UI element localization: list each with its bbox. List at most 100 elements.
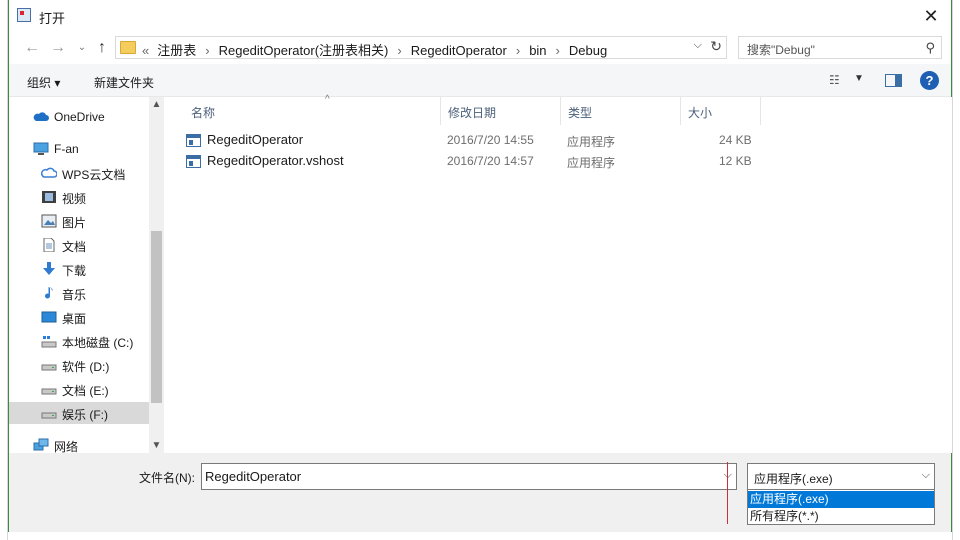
file-name: RegeditOperator bbox=[207, 132, 304, 147]
breadcrumb-separator[interactable]: › bbox=[516, 43, 520, 58]
nav-item-drive-f[interactable]: 娱乐 (F:) bbox=[9, 402, 149, 424]
column-header-date[interactable]: 修改日期 bbox=[441, 97, 561, 125]
nav-item-label: 娱乐 (F:) bbox=[62, 408, 108, 422]
file-name: RegeditOperator.vshost bbox=[207, 153, 344, 168]
filename-bar: 文件名(N): RegeditOperator ⌵ 应用程序(.exe) ⌵ 应… bbox=[9, 453, 951, 532]
drive-c-icon bbox=[41, 336, 57, 348]
nav-item-computer[interactable]: F-an bbox=[9, 138, 149, 160]
overflow-chevron-icon[interactable]: « bbox=[142, 43, 149, 58]
drive-icon bbox=[41, 364, 57, 371]
filename-label: 文件名(N): bbox=[139, 471, 195, 485]
nav-item-pictures[interactable]: 图片 bbox=[9, 210, 149, 232]
column-header-label: 大小 bbox=[688, 106, 713, 120]
cloud-icon bbox=[33, 112, 49, 121]
nav-item-label: 文档 (E:) bbox=[62, 384, 109, 398]
address-bar[interactable]: « 注册表 › RegeditOperator(注册表相关) › RegeditOpera… bbox=[115, 36, 727, 59]
scroll-up-icon[interactable]: ▲ bbox=[149, 99, 164, 110]
nav-item-downloads[interactable]: 下载 bbox=[9, 258, 149, 280]
music-icon bbox=[45, 287, 53, 299]
file-date: 2016/7/20 14:55 bbox=[447, 133, 534, 147]
sort-ascending-icon: ^ bbox=[325, 94, 330, 105]
column-header-type[interactable]: 类型 bbox=[561, 97, 681, 125]
nav-item-music[interactable]: 音乐 bbox=[9, 282, 149, 304]
search-icon[interactable]: ⚲ bbox=[925, 40, 935, 56]
file-date: 2016/7/20 14:57 bbox=[447, 154, 534, 168]
navigation-pane: OneDrive F-an WPS云文档 视频 图片 文档 下载 音乐 桌面 本… bbox=[9, 97, 164, 454]
nav-item-desktop[interactable]: 桌面 bbox=[9, 306, 149, 328]
search-input[interactable]: 搜索"Debug" ⚲ bbox=[738, 36, 942, 59]
application-icon bbox=[186, 134, 201, 147]
breadcrumb-item[interactable]: RegeditOperator(注册表相关) bbox=[219, 40, 389, 59]
scroll-down-icon[interactable]: ▼ bbox=[149, 440, 164, 451]
file-size: 24 KB bbox=[719, 133, 752, 147]
breadcrumb: « 注册表 › RegeditOperator(注册表相关) › RegeditOpera… bbox=[142, 40, 607, 59]
nav-item-video[interactable]: 视频 bbox=[9, 186, 149, 208]
view-dropdown-icon[interactable]: ▼ bbox=[854, 73, 864, 84]
file-type-select[interactable]: 应用程序(.exe) ⌵ bbox=[747, 463, 935, 490]
file-type-option[interactable]: 所有程序(*.*) bbox=[748, 508, 934, 525]
nav-item-wps-cloud[interactable]: WPS云文档 bbox=[9, 162, 149, 184]
command-toolbar: 组织 ▾ 新建文件夹 ☷ ▼ ? bbox=[9, 64, 951, 97]
folder-icon bbox=[120, 41, 136, 54]
up-arrow-icon[interactable]: ↑ bbox=[91, 38, 113, 58]
nav-item-label: 文档 bbox=[62, 240, 87, 254]
file-row[interactable]: RegeditOperator 2016/7/20 14:55 应用程序 24 … bbox=[184, 131, 764, 151]
new-folder-button[interactable]: 新建文件夹 bbox=[94, 74, 154, 91]
file-type-options: 应用程序(.exe) 所有程序(*.*) bbox=[747, 489, 935, 525]
recent-locations-chevron-icon[interactable]: ⌄ bbox=[71, 38, 93, 58]
column-header-label: 类型 bbox=[568, 106, 593, 120]
breadcrumb-item[interactable]: 注册表 bbox=[157, 40, 196, 59]
breadcrumb-separator[interactable]: › bbox=[556, 43, 560, 58]
nav-item-label: 桌面 bbox=[62, 312, 87, 326]
nav-scrollbar[interactable]: ▲ ▼ bbox=[149, 97, 164, 453]
chevron-down-icon[interactable]: ⌵ bbox=[922, 469, 930, 482]
nav-item-drive-c[interactable]: 本地磁盘 (C:) bbox=[9, 330, 149, 352]
column-header-label: 名称 bbox=[191, 106, 216, 120]
file-type: 应用程序 bbox=[567, 156, 616, 170]
nav-item-label: 图片 bbox=[62, 216, 87, 230]
close-button[interactable]: ✕ bbox=[911, 0, 951, 32]
breadcrumb-separator[interactable]: › bbox=[205, 43, 209, 58]
breadcrumb-item[interactable]: RegeditOperator bbox=[411, 43, 507, 58]
back-arrow-icon[interactable]: ← bbox=[21, 38, 43, 58]
column-header-name[interactable]: 名称 ^ bbox=[184, 94, 441, 125]
nav-item-onedrive[interactable]: OneDrive bbox=[9, 106, 149, 128]
computer-icon bbox=[33, 142, 49, 155]
breadcrumb-item[interactable]: bin bbox=[529, 43, 546, 58]
organize-button[interactable]: 组织 ▾ bbox=[27, 74, 60, 91]
file-row[interactable]: RegeditOperator.vshost 2016/7/20 14:57 应… bbox=[184, 152, 764, 172]
column-header-size[interactable]: 大小 bbox=[681, 97, 761, 125]
refresh-icon[interactable]: ↻ bbox=[710, 38, 722, 55]
breadcrumb-separator[interactable]: › bbox=[397, 43, 401, 58]
search-placeholder: 搜索"Debug" bbox=[747, 43, 815, 57]
nav-item-label: 下载 bbox=[62, 264, 87, 278]
nav-item-label: 本地磁盘 (C:) bbox=[62, 336, 134, 350]
nav-item-drive-e[interactable]: 文档 (E:) bbox=[9, 378, 149, 400]
nav-item-label: 音乐 bbox=[62, 288, 87, 302]
nav-item-label: WPS云文档 bbox=[62, 168, 126, 182]
scrollbar-thumb[interactable] bbox=[151, 231, 162, 403]
view-options-icon[interactable]: ☷ bbox=[829, 73, 845, 87]
background-window-right bbox=[952, 0, 960, 540]
nav-item-label: F-an bbox=[54, 142, 79, 156]
address-dropdown-icon[interactable]: ⌵ bbox=[694, 39, 702, 52]
desktop-icon bbox=[41, 311, 57, 323]
file-type: 应用程序 bbox=[567, 135, 616, 149]
nav-item-label: 软件 (D:) bbox=[62, 360, 110, 374]
preview-pane-icon[interactable] bbox=[885, 74, 902, 87]
application-icon bbox=[186, 155, 201, 168]
nav-item-drive-d[interactable]: 软件 (D:) bbox=[9, 354, 149, 376]
breadcrumb-item[interactable]: Debug bbox=[569, 43, 607, 58]
filename-input[interactable]: RegeditOperator ⌵ bbox=[201, 463, 737, 490]
window-title: 打开 bbox=[39, 11, 66, 26]
help-icon[interactable]: ? bbox=[920, 71, 939, 90]
file-type-option[interactable]: 应用程序(.exe) bbox=[748, 491, 934, 508]
forward-arrow-icon[interactable]: → bbox=[47, 38, 69, 58]
nav-item-documents[interactable]: 文档 bbox=[9, 234, 149, 256]
network-icon bbox=[33, 438, 49, 451]
document-icon bbox=[43, 238, 55, 252]
picture-icon bbox=[41, 214, 57, 228]
nav-item-label: OneDrive bbox=[54, 110, 105, 124]
file-type-selected: 应用程序(.exe) bbox=[754, 472, 833, 486]
file-list: 名称 ^ 修改日期 类型 大小 RegeditOperator 2016/7/2… bbox=[164, 94, 952, 453]
